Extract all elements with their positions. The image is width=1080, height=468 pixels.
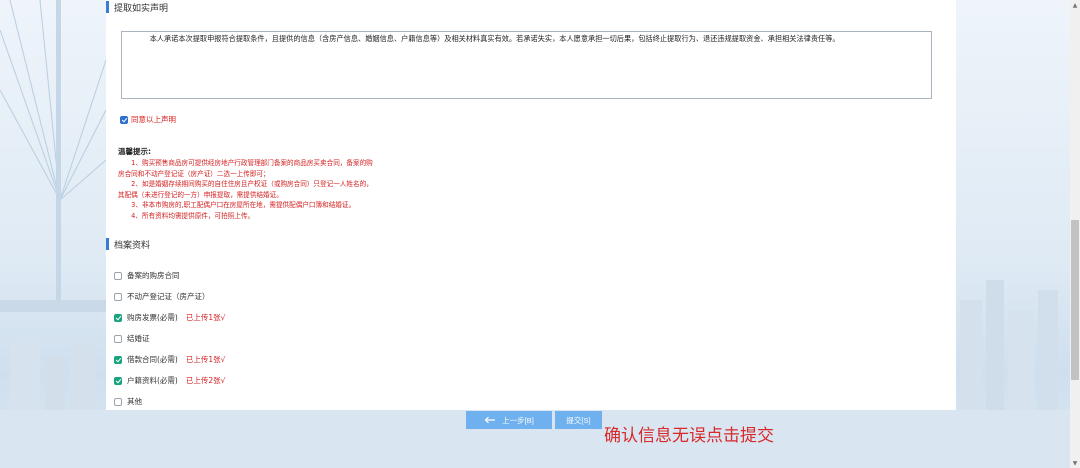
file-item-other[interactable]: 其他 [114, 391, 225, 412]
checkbox-icon[interactable] [114, 334, 122, 343]
tips-line: 2、如是婚姻存续期间购买的自住住房且产权证（或购房合同）只登记一人姓名的， [118, 180, 373, 188]
vertical-scrollbar[interactable]: ▲ ▼ [1070, 0, 1080, 468]
file-item-loan-contract[interactable]: 借款合同(必需) 已上传1张√ [114, 349, 225, 370]
file-label: 不动产登记证（房产证） [127, 292, 210, 301]
agree-checkbox-icon[interactable] [120, 115, 128, 124]
file-label: 借款合同(必需) [127, 355, 178, 364]
checkbox-checked-icon[interactable] [114, 355, 122, 364]
file-item-marriage-certificate[interactable]: 结婚证 [114, 328, 225, 349]
tips-line: 房合同和不动产登记证（房产证）二选一上传即可； [118, 169, 270, 178]
checkbox-checked-icon[interactable] [114, 313, 122, 322]
checkbox-icon[interactable] [114, 397, 122, 406]
file-item-household-register[interactable]: 户籍资料(必需) 已上传2张√ [114, 370, 225, 391]
instruction-annotation: 确认信息无误点击提交 [604, 426, 774, 446]
files-section-header: 档案资料 [106, 237, 150, 251]
file-item-property-certificate[interactable]: 不动产登记证（房产证） [114, 286, 225, 307]
files-section-title: 档案资料 [114, 240, 151, 251]
tips-line: 4、所有资料均需提供原件，可拍照上传。 [118, 211, 255, 220]
file-label: 购房发票(必需) [127, 313, 178, 322]
submit-label: 提交[S] [566, 415, 591, 425]
section-accent-bar [106, 1, 109, 13]
upload-status: 已上传1张√ [185, 355, 226, 364]
warm-tips: 温馨提示: 1、购买预售商品房可提供经房地产行政管理部门备案的商品房买卖合同，备… [118, 146, 498, 221]
file-label: 户籍资料(必需) [127, 376, 178, 385]
arrow-left-icon [484, 416, 496, 424]
previous-step-label: 上一步[B] [502, 415, 534, 425]
tips-line: 3、非本市购房的,职工配偶户口在房屋所在地，需提供配偶户口簿和结婚证。 [118, 201, 356, 209]
tips-title: 温馨提示: [118, 147, 151, 156]
file-label: 备案的购房合同 [127, 271, 180, 280]
scroll-down-icon[interactable]: ▼ [1070, 458, 1080, 468]
file-label: 结婚证 [127, 334, 150, 343]
submit-button[interactable]: 提交[S] [555, 411, 602, 429]
tips-line: 1、购买预售商品房可提供经房地产行政管理部门备案的商品房买卖合同，备案的购 [118, 159, 373, 167]
file-list: 备案的购房合同 不动产登记证（房产证） 购房发票(必需) 已上传1张√ 结婚证 … [114, 265, 225, 412]
file-item-purchase-invoice[interactable]: 购房发票(必需) 已上传1张√ [114, 307, 225, 328]
declaration-section-title: 提取如实声明 [114, 3, 169, 14]
upload-status: 已上传2张√ [185, 376, 226, 385]
upload-status: 已上传1张√ [185, 313, 226, 322]
form-panel: 提取如实声明 本人承诺本次提取申报符合提取条件，且提供的信息（含房产信息、婚姻信… [106, 0, 956, 410]
section-accent-bar [106, 238, 109, 250]
agree-declaration-checkbox[interactable]: 同意以上声明 [120, 114, 176, 125]
file-label: 其他 [127, 397, 142, 406]
declaration-textarea[interactable]: 本人承诺本次提取申报符合提取条件，且提供的信息（含房产信息、婚姻信息、户籍信息等… [121, 31, 932, 99]
checkbox-icon[interactable] [114, 292, 122, 301]
previous-step-button[interactable]: 上一步[B] [466, 411, 552, 429]
checkbox-checked-icon[interactable] [114, 376, 122, 385]
file-item-purchase-contract[interactable]: 备案的购房合同 [114, 265, 225, 286]
scroll-up-icon[interactable]: ▲ [1070, 0, 1080, 10]
checkbox-icon[interactable] [114, 271, 122, 280]
agree-label: 同意以上声明 [131, 115, 176, 124]
declaration-section-header: 提取如实声明 [106, 0, 168, 14]
scrollbar-thumb[interactable] [1071, 220, 1079, 380]
tips-line: 其配偶（未进行登记的一方）申报提取，需提供结婚证。 [118, 190, 283, 199]
